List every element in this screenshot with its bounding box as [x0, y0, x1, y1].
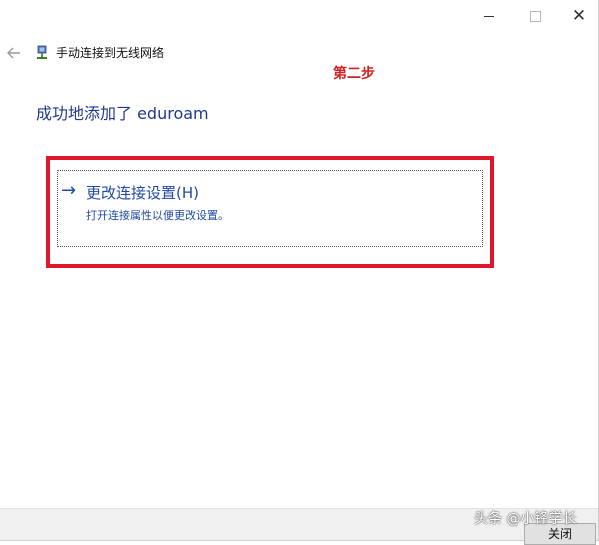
option-description: 打开连接属性以便更改设置。	[86, 209, 229, 222]
close-window-button[interactable]: ✕	[556, 0, 598, 32]
wireless-network-icon	[37, 45, 47, 59]
option-title: 更改连接设置(H)	[86, 184, 199, 202]
window-title: 手动连接到无线网络	[56, 46, 165, 60]
arrow-right-icon: →	[61, 180, 77, 201]
close-icon: ✕	[571, 6, 587, 26]
back-arrow-icon	[7, 47, 20, 59]
minimize-button[interactable]	[466, 0, 512, 32]
success-heading: 成功地添加了 eduroam	[36, 104, 209, 123]
minimize-icon	[484, 15, 494, 17]
step-annotation: 第二步	[333, 66, 375, 82]
back-button[interactable]	[4, 43, 24, 63]
maximize-button[interactable]	[512, 0, 558, 32]
change-connection-settings-option[interactable]: → 更改连接设置(H) 打开连接属性以便更改设置。	[57, 170, 483, 247]
wizard-window: ✕ 手动连接到无线网络 第二步 成功地添加了 eduroam → 更改连接设置(…	[0, 0, 599, 541]
watermark: 头条 @小锋学长	[474, 511, 577, 527]
maximize-icon	[529, 10, 541, 22]
